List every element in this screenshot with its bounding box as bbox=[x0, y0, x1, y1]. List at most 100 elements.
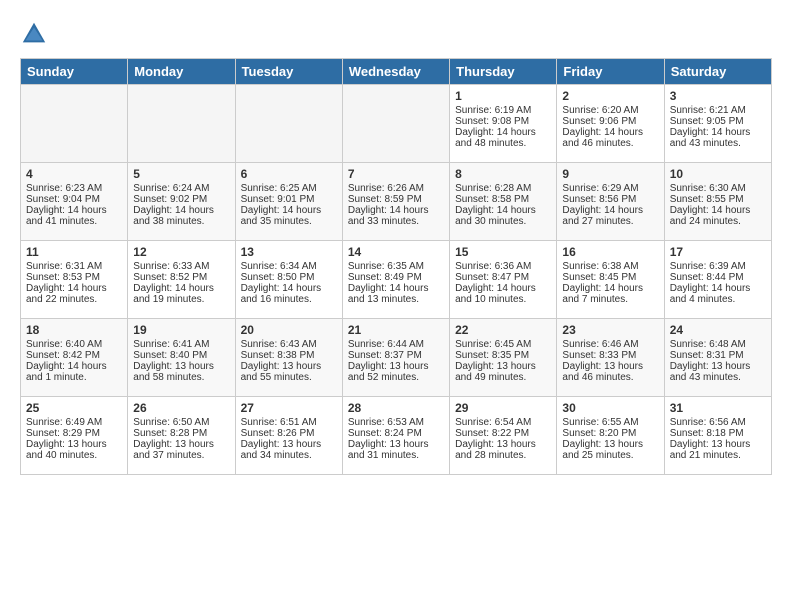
day-text: Sunset: 9:06 PM bbox=[562, 116, 658, 127]
col-header-friday: Friday bbox=[557, 59, 664, 85]
calendar-cell: 17Sunrise: 6:39 AMSunset: 8:44 PMDayligh… bbox=[664, 241, 771, 319]
calendar-cell: 26Sunrise: 6:50 AMSunset: 8:28 PMDayligh… bbox=[128, 397, 235, 475]
day-text: Daylight: 13 hours and 25 minutes. bbox=[562, 439, 658, 461]
day-text: Sunrise: 6:51 AM bbox=[241, 417, 337, 428]
day-text: Daylight: 14 hours and 24 minutes. bbox=[670, 205, 766, 227]
day-text: Sunset: 8:58 PM bbox=[455, 194, 551, 205]
calendar-cell: 8 Sunrise: 6:28 AMSunset: 8:58 PMDaylight… bbox=[450, 163, 557, 241]
calendar-cell: 20Sunrise: 6:43 AMSunset: 8:38 PMDayligh… bbox=[235, 319, 342, 397]
day-text: Sunset: 8:47 PM bbox=[455, 272, 551, 283]
day-text: Daylight: 14 hours and 13 minutes. bbox=[348, 283, 444, 305]
col-header-thursday: Thursday bbox=[450, 59, 557, 85]
day-text: Sunset: 8:29 PM bbox=[26, 428, 122, 439]
day-number: 16 bbox=[562, 245, 658, 259]
day-text: Sunrise: 6:35 AM bbox=[348, 261, 444, 272]
day-text: Daylight: 14 hours and 30 minutes. bbox=[455, 205, 551, 227]
day-text: Sunset: 8:35 PM bbox=[455, 350, 551, 361]
col-header-wednesday: Wednesday bbox=[342, 59, 449, 85]
day-text: Sunrise: 6:44 AM bbox=[348, 339, 444, 350]
day-text: Daylight: 13 hours and 46 minutes. bbox=[562, 361, 658, 383]
day-text: Daylight: 13 hours and 55 minutes. bbox=[241, 361, 337, 383]
calendar-cell: 14Sunrise: 6:35 AMSunset: 8:49 PMDayligh… bbox=[342, 241, 449, 319]
day-text: Sunset: 8:59 PM bbox=[348, 194, 444, 205]
day-text: Sunrise: 6:24 AM bbox=[133, 183, 229, 194]
day-text: Daylight: 14 hours and 7 minutes. bbox=[562, 283, 658, 305]
calendar-cell bbox=[128, 85, 235, 163]
day-number: 22 bbox=[455, 323, 551, 337]
calendar-cell: 7Sunrise: 6:26 AMSunset: 8:59 PMDaylight… bbox=[342, 163, 449, 241]
day-text: Sunset: 9:08 PM bbox=[455, 116, 551, 127]
day-text: Sunrise: 6:28 AM bbox=[455, 183, 551, 194]
day-text: Sunrise: 6:56 AM bbox=[670, 417, 766, 428]
day-number: 24 bbox=[670, 323, 766, 337]
col-header-monday: Monday bbox=[128, 59, 235, 85]
day-text: Daylight: 14 hours and 22 minutes. bbox=[26, 283, 122, 305]
day-text: Sunset: 8:52 PM bbox=[133, 272, 229, 283]
calendar-cell: 28Sunrise: 6:53 AMSunset: 8:24 PMDayligh… bbox=[342, 397, 449, 475]
day-number: 8 bbox=[455, 167, 551, 181]
day-number: 29 bbox=[455, 401, 551, 415]
col-header-saturday: Saturday bbox=[664, 59, 771, 85]
day-number: 13 bbox=[241, 245, 337, 259]
day-number: 11 bbox=[26, 245, 122, 259]
calendar-cell bbox=[235, 85, 342, 163]
day-number: 20 bbox=[241, 323, 337, 337]
calendar-cell: 19Sunrise: 6:41 AMSunset: 8:40 PMDayligh… bbox=[128, 319, 235, 397]
day-number: 5 bbox=[133, 167, 229, 181]
day-text: Sunrise: 6:50 AM bbox=[133, 417, 229, 428]
calendar-cell bbox=[342, 85, 449, 163]
logo bbox=[20, 20, 52, 48]
day-text: Daylight: 14 hours and 4 minutes. bbox=[670, 283, 766, 305]
calendar-cell: 3Sunrise: 6:21 AMSunset: 9:05 PMDaylight… bbox=[664, 85, 771, 163]
day-text: Daylight: 14 hours and 35 minutes. bbox=[241, 205, 337, 227]
day-number: 3 bbox=[670, 89, 766, 103]
day-text: Sunrise: 6:31 AM bbox=[26, 261, 122, 272]
day-text: Daylight: 14 hours and 38 minutes. bbox=[133, 205, 229, 227]
calendar-cell bbox=[21, 85, 128, 163]
day-text: Sunset: 8:56 PM bbox=[562, 194, 658, 205]
day-text: Sunset: 8:37 PM bbox=[348, 350, 444, 361]
day-number: 23 bbox=[562, 323, 658, 337]
day-number: 30 bbox=[562, 401, 658, 415]
day-number: 15 bbox=[455, 245, 551, 259]
calendar-cell: 16Sunrise: 6:38 AMSunset: 8:45 PMDayligh… bbox=[557, 241, 664, 319]
day-text: Sunset: 8:33 PM bbox=[562, 350, 658, 361]
day-text: Sunrise: 6:33 AM bbox=[133, 261, 229, 272]
calendar-cell: 22Sunrise: 6:45 AMSunset: 8:35 PMDayligh… bbox=[450, 319, 557, 397]
day-text: Sunrise: 6:41 AM bbox=[133, 339, 229, 350]
day-text: Daylight: 13 hours and 58 minutes. bbox=[133, 361, 229, 383]
calendar-cell: 12Sunrise: 6:33 AMSunset: 8:52 PMDayligh… bbox=[128, 241, 235, 319]
calendar-cell: 24Sunrise: 6:48 AMSunset: 8:31 PMDayligh… bbox=[664, 319, 771, 397]
week-row-4: 18Sunrise: 6:40 AMSunset: 8:42 PMDayligh… bbox=[21, 319, 772, 397]
day-number: 9 bbox=[562, 167, 658, 181]
day-text: Sunset: 8:55 PM bbox=[670, 194, 766, 205]
day-text: Daylight: 13 hours and 52 minutes. bbox=[348, 361, 444, 383]
calendar-cell: 29 Sunrise: 6:54 AMSunset: 8:22 PMDayligh… bbox=[450, 397, 557, 475]
day-text: Sunrise: 6:45 AM bbox=[455, 339, 551, 350]
day-text: Sunset: 8:28 PM bbox=[133, 428, 229, 439]
day-text: Daylight: 14 hours and 46 minutes. bbox=[562, 127, 658, 149]
calendar-cell: 15Sunrise: 6:36 AMSunset: 8:47 PMDayligh… bbox=[450, 241, 557, 319]
calendar-table: SundayMondayTuesdayWednesdayThursdayFrid… bbox=[20, 58, 772, 475]
calendar-cell: 9Sunrise: 6:29 AMSunset: 8:56 PMDaylight… bbox=[557, 163, 664, 241]
day-text: Sunset: 8:44 PM bbox=[670, 272, 766, 283]
day-number: 10 bbox=[670, 167, 766, 181]
day-text: Sunset: 8:49 PM bbox=[348, 272, 444, 283]
day-number: 25 bbox=[26, 401, 122, 415]
day-text: Sunset: 8:22 PM bbox=[455, 428, 551, 439]
day-text: Sunrise: 6:48 AM bbox=[670, 339, 766, 350]
day-text: Sunrise: 6:29 AM bbox=[562, 183, 658, 194]
day-text: Daylight: 14 hours and 10 minutes. bbox=[455, 283, 551, 305]
calendar-cell: 1Sunrise: 6:19 AMSunset: 9:08 PMDaylight… bbox=[450, 85, 557, 163]
day-text: Daylight: 14 hours and 41 minutes. bbox=[26, 205, 122, 227]
day-text: Sunrise: 6:54 AM bbox=[455, 417, 551, 428]
day-number: 28 bbox=[348, 401, 444, 415]
calendar-cell: 11Sunrise: 6:31 AMSunset: 8:53 PMDayligh… bbox=[21, 241, 128, 319]
day-text: Daylight: 13 hours and 40 minutes. bbox=[26, 439, 122, 461]
day-number: 12 bbox=[133, 245, 229, 259]
day-text: Daylight: 13 hours and 28 minutes. bbox=[455, 439, 551, 461]
calendar-cell: 4Sunrise: 6:23 AMSunset: 9:04 PMDaylight… bbox=[21, 163, 128, 241]
day-text: Daylight: 14 hours and 48 minutes. bbox=[455, 127, 551, 149]
calendar-cell: 6Sunrise: 6:25 AMSunset: 9:01 PMDaylight… bbox=[235, 163, 342, 241]
day-number: 4 bbox=[26, 167, 122, 181]
